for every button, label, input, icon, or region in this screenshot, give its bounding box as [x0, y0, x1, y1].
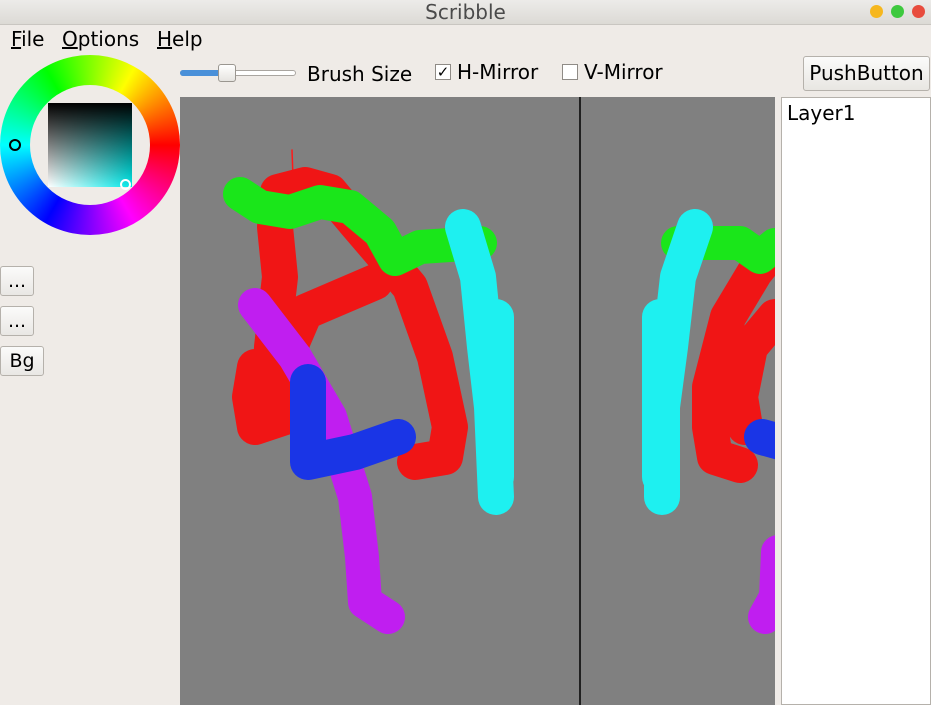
stroke-blue	[290, 364, 416, 480]
stroke-cyan-mirror	[642, 209, 713, 515]
layers-list[interactable]: Layer1	[781, 97, 931, 705]
drawing-canvas[interactable]	[180, 97, 775, 705]
menu-bar: File Options Help	[0, 25, 931, 54]
h-mirror-label[interactable]: H-Mirror	[457, 60, 538, 84]
minimize-button[interactable]	[870, 5, 883, 18]
maximize-button[interactable]	[891, 5, 904, 18]
color-button-1[interactable]: ...	[0, 266, 34, 296]
brush-size-slider[interactable]	[180, 64, 296, 82]
push-button[interactable]: PushButton	[803, 56, 930, 91]
menu-file[interactable]: File	[11, 25, 44, 54]
window-title: Scribble	[425, 0, 506, 24]
menu-help-mnemonic: H	[157, 27, 173, 51]
title-bar: Scribble	[0, 0, 931, 25]
h-mirror-checkbox[interactable]: ✓	[435, 64, 451, 80]
menu-file-mnemonic: F	[11, 27, 22, 51]
slider-handle[interactable]	[218, 64, 236, 82]
sv-marker[interactable]	[120, 179, 131, 190]
stroke-blue-mirror	[744, 419, 775, 460]
menu-file-label: ile	[21, 27, 45, 51]
menu-options-mnemonic: O	[62, 27, 78, 51]
hue-marker[interactable]	[9, 139, 21, 151]
close-button[interactable]	[912, 5, 925, 18]
menu-help-label: elp	[172, 27, 203, 51]
menu-help[interactable]: Help	[157, 25, 203, 54]
layer-item[interactable]: Layer1	[787, 100, 856, 126]
brush-size-label: Brush Size	[307, 62, 413, 86]
sv-gradient	[48, 103, 132, 187]
v-mirror-checkbox[interactable]	[562, 64, 578, 80]
color-wheel[interactable]	[0, 55, 180, 235]
menu-options[interactable]: Options	[62, 25, 139, 54]
menu-options-label: ptions	[77, 27, 140, 51]
canvas-drawing	[223, 97, 775, 705]
background-button[interactable]: Bg	[0, 346, 44, 376]
v-mirror-label[interactable]: V-Mirror	[584, 60, 663, 84]
color-button-2[interactable]: ...	[0, 306, 34, 336]
saturation-value-square[interactable]	[48, 103, 132, 187]
stroke-cyan	[445, 209, 514, 515]
stroke-purple-mirror	[748, 535, 775, 634]
